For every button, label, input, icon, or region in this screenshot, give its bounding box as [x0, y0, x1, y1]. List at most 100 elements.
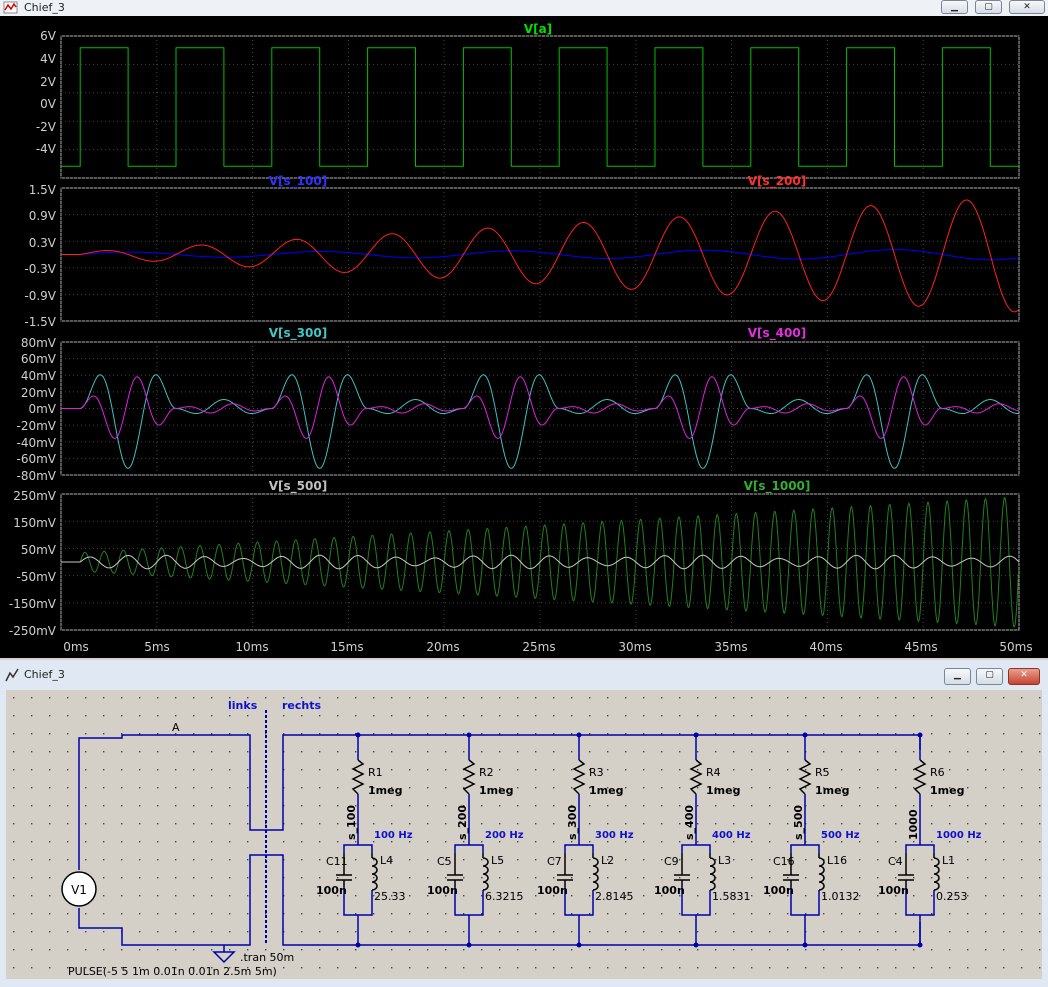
- trace-label-s100[interactable]: V[s_100]: [269, 174, 327, 189]
- pane-3-frame[interactable]: [60, 341, 1020, 476]
- trace-label-s500[interactable]: V[s_500]: [269, 479, 327, 494]
- schematic-app-icon: [5, 668, 19, 682]
- capacitor-value: 100n: [427, 884, 458, 897]
- x-tick: 45ms: [904, 640, 937, 654]
- p2-ytick: -0.9V: [24, 289, 56, 303]
- close-button[interactable]: ✕: [1009, 0, 1045, 14]
- junction-dot: [693, 732, 699, 738]
- freq-label: 300 Hz: [595, 830, 634, 841]
- p1-ytick: -2V: [36, 120, 57, 134]
- p3-ytick: -20mV: [17, 419, 57, 433]
- trace-label-s1000[interactable]: V[s_1000]: [744, 479, 811, 494]
- p1-ytick: 0V: [40, 97, 57, 111]
- inductor-value: 1.5831: [712, 890, 751, 903]
- junction-dot: [466, 732, 472, 738]
- capacitor-value: 100n: [878, 884, 909, 897]
- p2-ytick: -0.3V: [24, 262, 56, 276]
- capacitor-label: C7: [547, 855, 562, 868]
- node-label-a: A: [172, 721, 180, 734]
- x-tick: 40ms: [809, 640, 842, 654]
- freq-label: 400 Hz: [712, 830, 751, 841]
- capacitor-value: 100n: [316, 884, 347, 897]
- node-label: s_200: [456, 805, 469, 840]
- node-label: s_100: [345, 805, 358, 840]
- p3-ytick: 60mV: [21, 352, 57, 366]
- p1-ytick: 6V: [40, 29, 57, 43]
- x-tick: 50ms: [999, 640, 1032, 654]
- node-label: s_500: [792, 805, 805, 840]
- trace-label-s400[interactable]: V[s_400]: [748, 326, 806, 341]
- x-tick: 5ms: [144, 640, 170, 654]
- capacitor-label: C11: [326, 855, 348, 868]
- inductor-value: 6.3215: [485, 890, 524, 903]
- schematic-window: Chief_3 ▁ ▢ ✕ V1 A links rechts .tran 50…: [0, 660, 1048, 987]
- freq-label: 500 Hz: [821, 830, 860, 841]
- waveform-app-icon: [3, 1, 18, 14]
- x-tick: 25ms: [522, 640, 555, 654]
- x-tick: 10ms: [235, 640, 268, 654]
- inductor-value: 0.253: [936, 890, 968, 903]
- trace-label-s300[interactable]: V[s_300]: [269, 326, 327, 341]
- p4-ytick: -150mV: [9, 597, 57, 611]
- p3-ytick: 20mV: [21, 386, 57, 400]
- schematic-close-button[interactable]: ✕: [1008, 668, 1040, 685]
- trace-label-s200[interactable]: V[s_200]: [748, 174, 806, 189]
- p2-ytick: -1.5V: [24, 315, 56, 329]
- minimize-button[interactable]: ▁: [941, 0, 968, 14]
- inductor-label: L5: [491, 854, 504, 867]
- resistor-value: 1meg: [368, 784, 402, 797]
- junction-dot: [355, 732, 361, 738]
- freq-label: 200 Hz: [485, 830, 524, 841]
- trace-label-va[interactable]: V[a]: [524, 22, 552, 36]
- schematic-minimize-button[interactable]: ▁: [944, 668, 971, 685]
- p2-ytick: 0.9V: [29, 209, 57, 223]
- p1-ytick: -4V: [36, 142, 57, 156]
- source-label: V1: [71, 883, 87, 897]
- p2-ytick: 1.5V: [29, 183, 57, 197]
- p3-ytick: 0mV: [28, 402, 56, 416]
- inductor-value: 1.0132: [821, 890, 860, 903]
- junction-dot: [917, 732, 923, 738]
- p3-ytick: -80mV: [17, 469, 57, 483]
- capacitor-value: 100n: [763, 884, 794, 897]
- waveform-window: Chief_3 ▁ ▢ ✕ V[a] 6V 4V 2V 0V -2V -4V V…: [0, 0, 1048, 658]
- inductor-label: L16: [827, 854, 847, 867]
- capacitor-value: 100n: [537, 884, 568, 897]
- tran-directive: .tran 50m: [240, 951, 294, 964]
- capacitor-label: C5: [437, 855, 452, 868]
- p4-ytick: 150mV: [13, 516, 57, 530]
- inductor-value: 2.8145: [595, 890, 634, 903]
- waveform-plot-area[interactable]: V[a] 6V 4V 2V 0V -2V -4V V[s_100] V[s_20…: [0, 16, 1048, 658]
- resistor-label: R2: [479, 766, 494, 779]
- schematic-canvas[interactable]: V1 A links rechts .tran 50m PULSE(-5 5 1…: [6, 690, 1042, 979]
- x-tick: 15ms: [330, 640, 363, 654]
- capacitor-label: C16: [773, 855, 795, 868]
- freq-label: 1000 Hz: [936, 830, 982, 841]
- maximize-button[interactable]: ▢: [975, 0, 1002, 14]
- node-label: s_400: [683, 805, 696, 840]
- resistor-value: 1meg: [479, 784, 513, 797]
- x-tick: 30ms: [618, 640, 651, 654]
- inductor-label: L2: [601, 854, 614, 867]
- resistor-value: 1meg: [589, 784, 623, 797]
- p1-ytick: 4V: [40, 52, 57, 66]
- junction-dot: [576, 732, 582, 738]
- resistor-value: 1meg: [815, 784, 849, 797]
- capacitor-value: 100n: [654, 884, 685, 897]
- node-label: s_300: [566, 805, 579, 840]
- p4-ytick: 50mV: [21, 543, 57, 557]
- transformer-label-right: rechts: [282, 699, 321, 712]
- capacitor-label: C4: [888, 855, 903, 868]
- waveform-window-title: Chief_3: [24, 1, 65, 14]
- waveform-titlebar[interactable]: Chief_3 ▁ ▢ ✕: [0, 0, 1048, 16]
- transformer-label-left: links: [228, 699, 258, 712]
- p4-ytick: -250mV: [9, 624, 57, 638]
- p4-ytick: 250mV: [13, 489, 57, 503]
- schematic-maximize-button[interactable]: ▢: [976, 668, 1003, 685]
- p3-ytick: 80mV: [21, 336, 57, 350]
- resistor-label: R3: [589, 766, 604, 779]
- node-label: 1000: [907, 809, 920, 840]
- junction-dot: [802, 732, 808, 738]
- freq-label: 100 Hz: [374, 830, 413, 841]
- schematic-titlebar[interactable]: Chief_3 ▁ ▢ ✕: [0, 660, 1048, 690]
